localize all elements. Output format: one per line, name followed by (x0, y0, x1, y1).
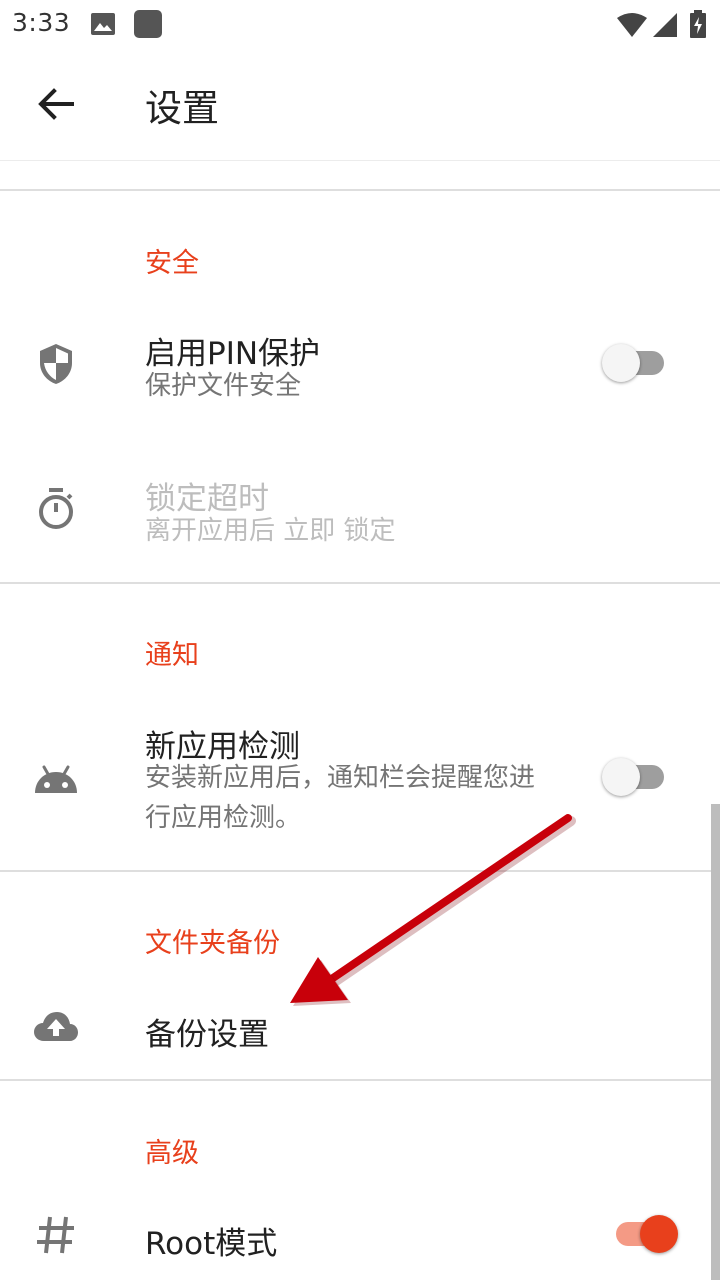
battery-icon (690, 10, 706, 38)
scrollbar[interactable] (711, 804, 720, 1280)
image-icon (91, 13, 115, 35)
section-title-security: 安全 (145, 248, 199, 279)
pin-protection-switch[interactable] (598, 339, 678, 387)
android-icon (35, 765, 77, 793)
divider (0, 582, 720, 584)
pref-title: 备份设置 (145, 1017, 269, 1053)
page-title: 设置 (145, 87, 219, 130)
back-arrow-icon (38, 88, 74, 120)
pref-title: Root模式 (145, 1226, 278, 1262)
signal-icon (653, 13, 677, 37)
root-mode-switch[interactable] (602, 1210, 682, 1258)
wifi-icon (617, 13, 647, 37)
back-button[interactable] (28, 76, 84, 132)
status-bar: 3:33 (0, 0, 720, 48)
pref-summary: 保护文件安全 (145, 371, 302, 401)
switch-thumb (640, 1215, 678, 1253)
shield-icon (40, 344, 72, 384)
annotation-arrow (290, 814, 576, 1006)
pref-summary: 安装新应用后，通知栏会提醒您进行应用检测。 (145, 763, 536, 833)
divider (0, 1079, 720, 1081)
timer-icon (39, 488, 73, 529)
pref-summary: 离开应用后 立即 锁定 (145, 516, 396, 546)
section-title-backup: 文件夹备份 (145, 928, 280, 959)
cloud-upload-icon (34, 1012, 78, 1041)
switch-thumb (602, 344, 640, 382)
status-time: 3:33 (12, 8, 71, 37)
section-title-advanced: 高级 (145, 1138, 199, 1169)
divider (0, 189, 720, 191)
divider (0, 870, 720, 872)
new-app-detection-switch[interactable] (598, 753, 678, 801)
section-title-notification: 通知 (145, 640, 199, 671)
hash-icon (37, 1216, 74, 1254)
switch-thumb (602, 758, 640, 796)
app-bar: 设置 (0, 48, 720, 161)
app-notification-icon (134, 10, 162, 38)
